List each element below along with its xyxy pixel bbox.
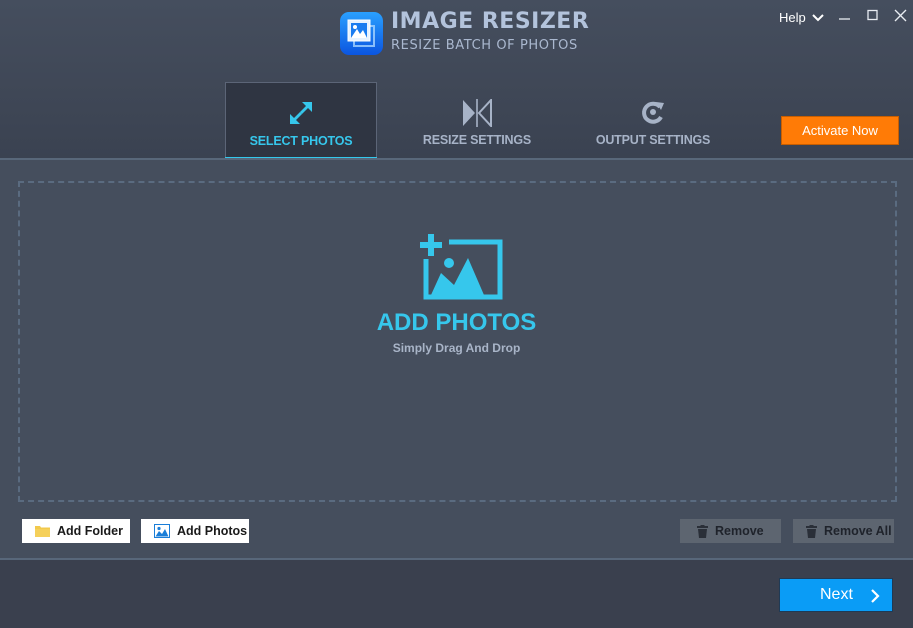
activate-now-button[interactable]: Activate Now [781,116,899,145]
tab-label: SELECT PHOTOS [249,134,353,148]
minimize-icon [839,18,850,20]
add-folder-label: Add Folder [57,524,123,538]
help-menu[interactable]: Help [779,10,824,25]
app-title: IMAGE RESIZER [391,9,590,34]
drag-drop-hint: Simply Drag And Drop [392,341,521,355]
minimize-button[interactable] [835,6,855,26]
next-label: Next [820,586,853,603]
remove-label: Remove [715,524,764,538]
image-icon [154,524,170,538]
header-divider [0,158,913,160]
app-subtitle: RESIZE BATCH OF PHOTOS [391,38,578,53]
add-photos-title: ADD PHOTOS [376,309,537,336]
add-photo-icon[interactable] [414,234,504,300]
refresh-target-icon [642,101,664,124]
remove-button[interactable]: Remove [680,519,781,543]
photo-stack-icon [347,19,375,47]
add-folder-button[interactable]: Add Folder [22,519,130,543]
maximize-icon [867,9,878,21]
remove-all-button[interactable]: Remove All [793,519,894,543]
help-label: Help [779,10,806,25]
maximize-button[interactable] [863,6,883,26]
close-icon [894,9,907,22]
flip-icon [463,99,492,127]
expand-arrows-icon [290,102,312,124]
add-photos-label: Add Photos [177,524,248,538]
app-logo [340,12,383,55]
tab-select-photos[interactable]: SELECT PHOTOS [225,82,377,159]
tab-output-settings[interactable]: OUTPUT SETTINGS [577,82,729,159]
folder-icon [35,526,50,537]
footer [0,560,913,628]
tab-resize-settings[interactable]: RESIZE SETTINGS [401,82,553,159]
add-photos-button[interactable]: Add Photos [141,519,249,543]
tab-label: OUTPUT SETTINGS [595,133,711,147]
close-button[interactable] [891,6,911,26]
trash-icon [806,524,817,538]
trash-icon [697,524,708,538]
tab-label: RESIZE SETTINGS [422,133,532,147]
next-button[interactable]: Next [779,578,893,612]
remove-all-label: Remove All [824,524,892,538]
chevron-right-icon [871,589,880,603]
chevron-down-icon [812,13,824,21]
